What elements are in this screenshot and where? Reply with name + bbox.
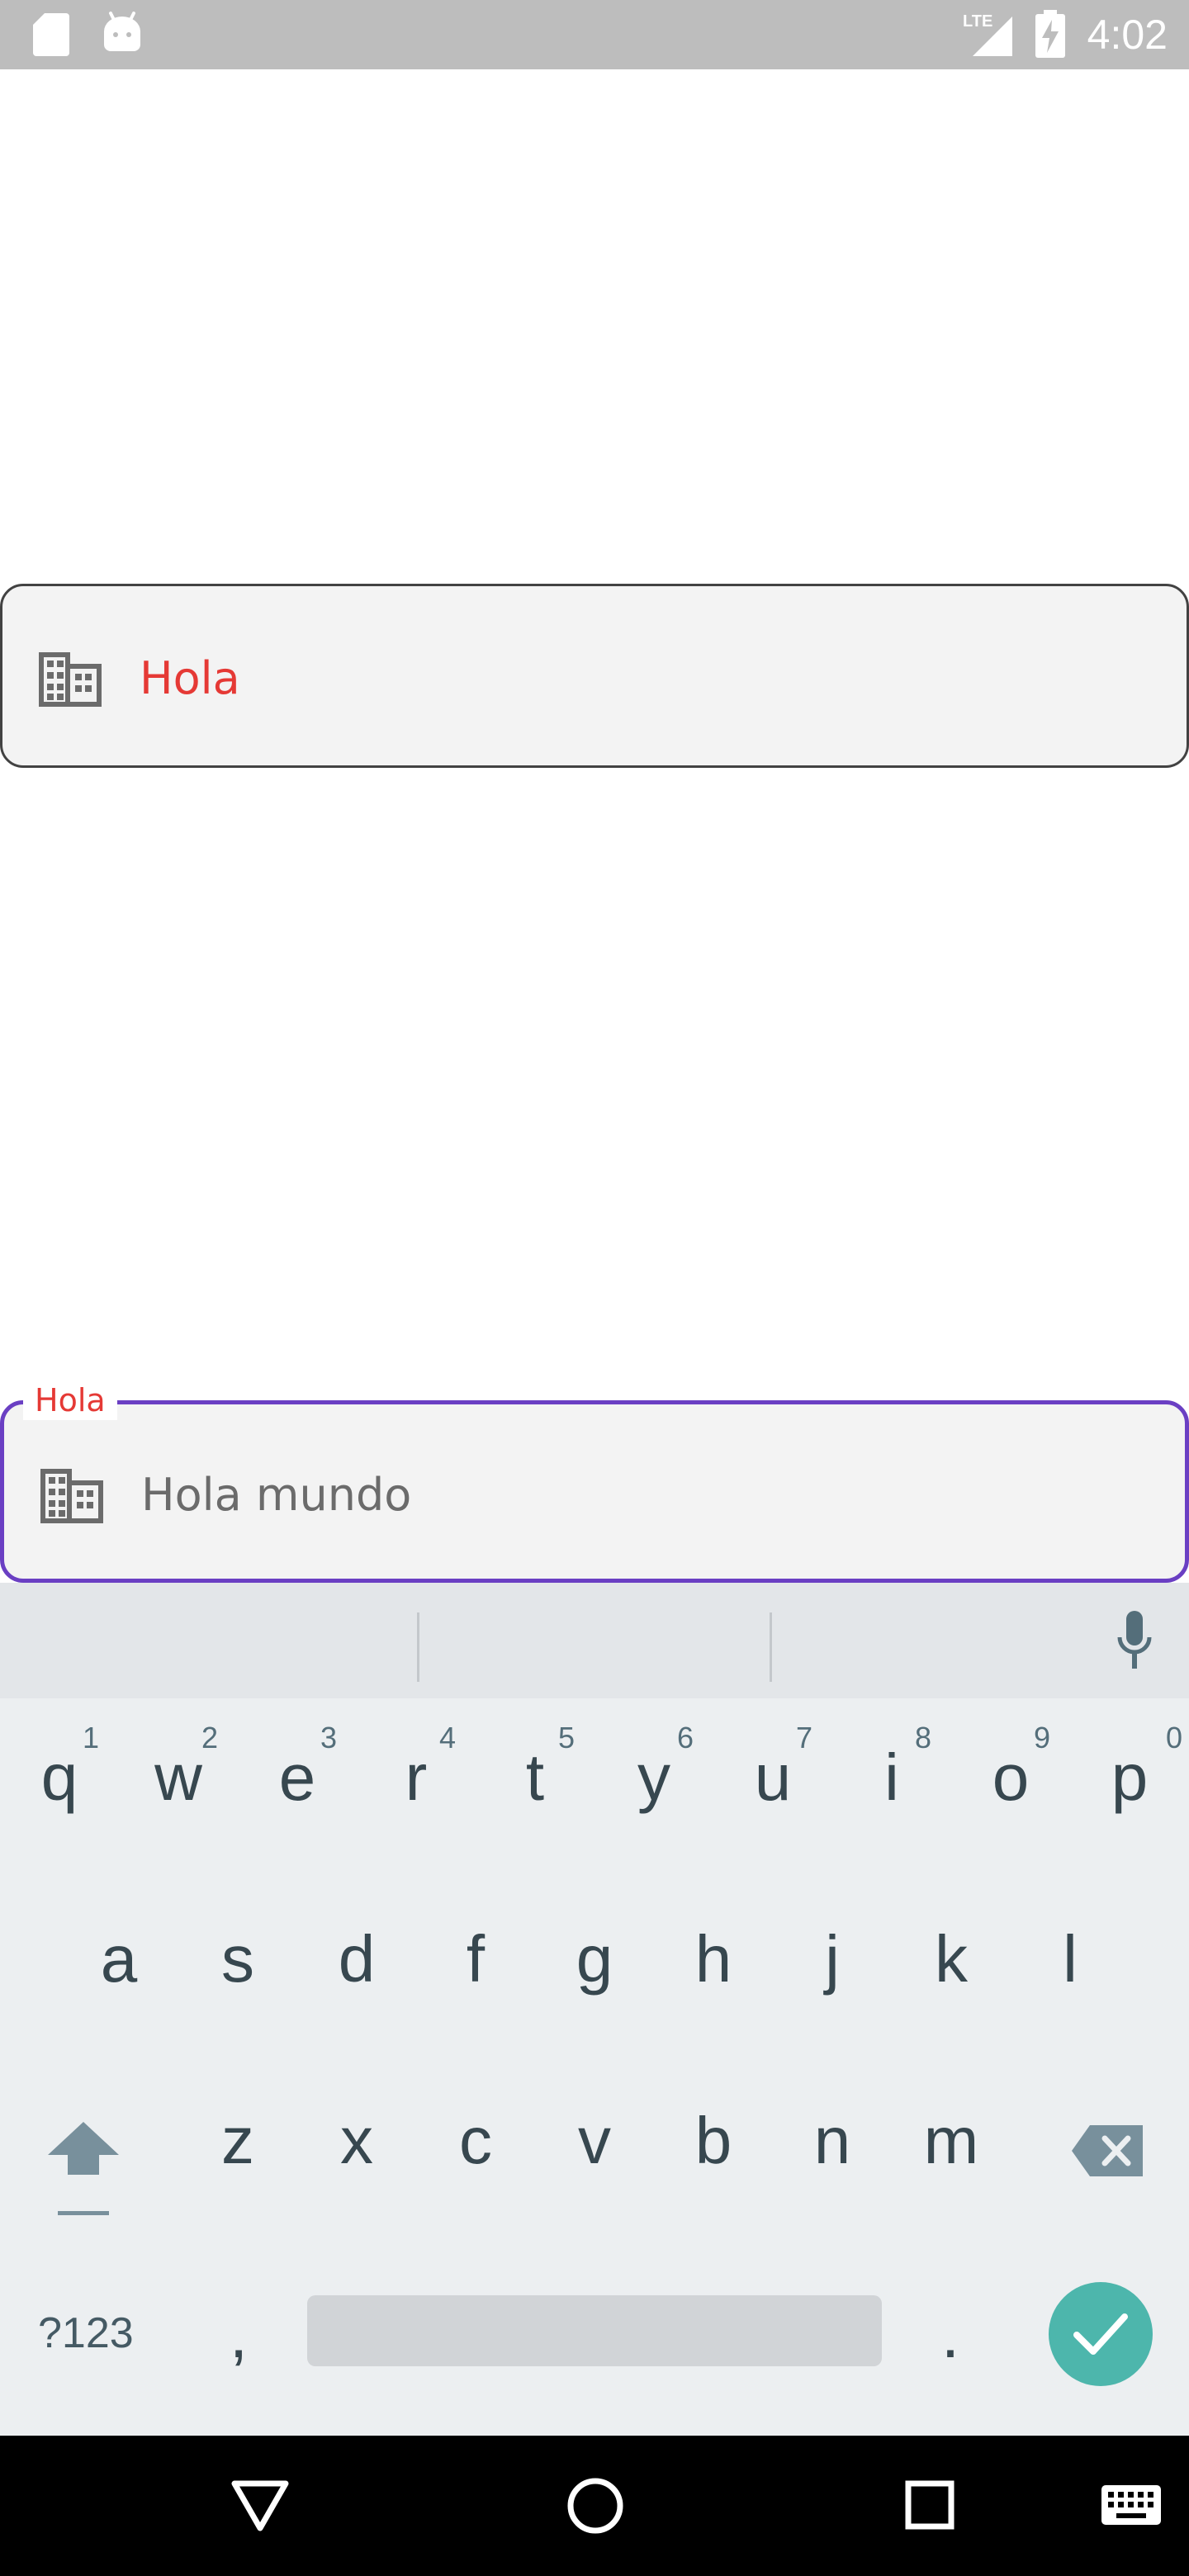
key-label: c: [459, 2104, 492, 2177]
key-label: h: [694, 1922, 732, 1996]
key-r[interactable]: 4r: [357, 1698, 476, 1863]
key-e[interactable]: 3e: [238, 1698, 357, 1863]
key-z[interactable]: z: [178, 2062, 297, 2227]
key-label: k: [935, 1922, 968, 1996]
key-label: b: [694, 2104, 732, 2177]
shift-icon[interactable]: [48, 2122, 119, 2218]
backspace-icon[interactable]: [1072, 2125, 1143, 2176]
key-label: m: [923, 2104, 979, 2177]
android-debug-icon: [104, 12, 140, 51]
home-icon[interactable]: [566, 2477, 624, 2535]
key-x[interactable]: x: [297, 2062, 416, 2227]
key-m[interactable]: m: [892, 2062, 1011, 2227]
key-label: s: [221, 1922, 254, 1996]
key-label: t: [525, 1740, 545, 1814]
key-label: j: [825, 1922, 840, 1996]
mic-icon[interactable]: [1116, 1611, 1153, 1670]
key-s[interactable]: s: [178, 1880, 297, 2045]
key-label: d: [338, 1922, 376, 1996]
status-time: 4:02: [1087, 12, 1168, 58]
key-u[interactable]: 7u: [713, 1698, 832, 1863]
back-icon[interactable]: [231, 2480, 289, 2531]
lte-signal-icon: LTE: [963, 12, 1012, 56]
key-label: e: [278, 1740, 316, 1814]
key-j[interactable]: j: [773, 1880, 892, 2045]
space-bar[interactable]: [307, 2295, 882, 2366]
key-b[interactable]: b: [654, 2062, 773, 2227]
key-n[interactable]: n: [773, 2062, 892, 2227]
key-label: v: [578, 2104, 611, 2177]
key-l[interactable]: l: [1011, 1880, 1130, 2045]
key-label: g: [576, 1922, 613, 1996]
key-label: i: [884, 1740, 899, 1814]
key-symbols[interactable]: ?123: [38, 2284, 203, 2383]
strip-divider: [770, 1612, 772, 1682]
key-v[interactable]: v: [535, 2062, 654, 2227]
key-g[interactable]: g: [535, 1880, 654, 2045]
key-c[interactable]: c: [416, 2062, 535, 2227]
key-label: f: [466, 1922, 486, 1996]
key-d[interactable]: d: [297, 1880, 416, 2045]
key-label: n: [813, 2104, 851, 2177]
key-t[interactable]: 5t: [476, 1698, 594, 1863]
key-label: r: [405, 1740, 428, 1814]
key-k[interactable]: k: [892, 1880, 1011, 2045]
key-label: u: [754, 1740, 792, 1814]
field-top-value: Hola: [140, 652, 240, 704]
key-label: q: [40, 1740, 78, 1814]
key-label: a: [100, 1922, 138, 1996]
key-h[interactable]: h: [654, 1880, 773, 2045]
status-bar: LTE 4:02: [0, 0, 1189, 69]
sd-card-icon: [33, 13, 69, 56]
suggestion-strip: [0, 1583, 1189, 1698]
key-p[interactable]: 0p: [1070, 1698, 1189, 1863]
text-field-top[interactable]: Hola: [0, 584, 1189, 768]
key-o[interactable]: 9o: [951, 1698, 1070, 1863]
field-bottom-label: Hola: [23, 1380, 117, 1420]
key-a[interactable]: a: [59, 1880, 178, 2045]
text-field-bottom[interactable]: Hola mundo: [0, 1400, 1189, 1583]
key-label: x: [340, 2104, 373, 2177]
key-i[interactable]: 8i: [832, 1698, 951, 1863]
key-label: w: [154, 1740, 202, 1814]
key-w[interactable]: 2w: [119, 1698, 238, 1863]
keyboard-icon[interactable]: [1101, 2485, 1161, 2525]
navigation-bar: [0, 2436, 1189, 2576]
enter-key[interactable]: [1049, 2282, 1153, 2386]
key-comma[interactable]: ,: [193, 2294, 284, 2393]
key-f[interactable]: f: [416, 1880, 535, 2045]
business-icon: [40, 1469, 103, 1523]
key-y[interactable]: 6y: [594, 1698, 713, 1863]
key-label: l: [1063, 1922, 1078, 1996]
business-icon: [39, 652, 102, 707]
key-label: p: [1111, 1740, 1149, 1814]
key-q[interactable]: 1q: [0, 1698, 119, 1863]
strip-divider: [417, 1612, 419, 1682]
key-label: z: [221, 2104, 254, 2177]
check-icon: [1073, 2313, 1128, 2355]
svg-text:LTE: LTE: [963, 12, 992, 31]
key-period[interactable]: .: [905, 2294, 996, 2393]
battery-charging-icon: [1035, 10, 1065, 58]
key-label: y: [637, 1740, 670, 1814]
field-bottom-value: Hola mundo: [141, 1469, 412, 1521]
key-label: o: [992, 1740, 1030, 1814]
recents-icon[interactable]: [905, 2480, 955, 2530]
